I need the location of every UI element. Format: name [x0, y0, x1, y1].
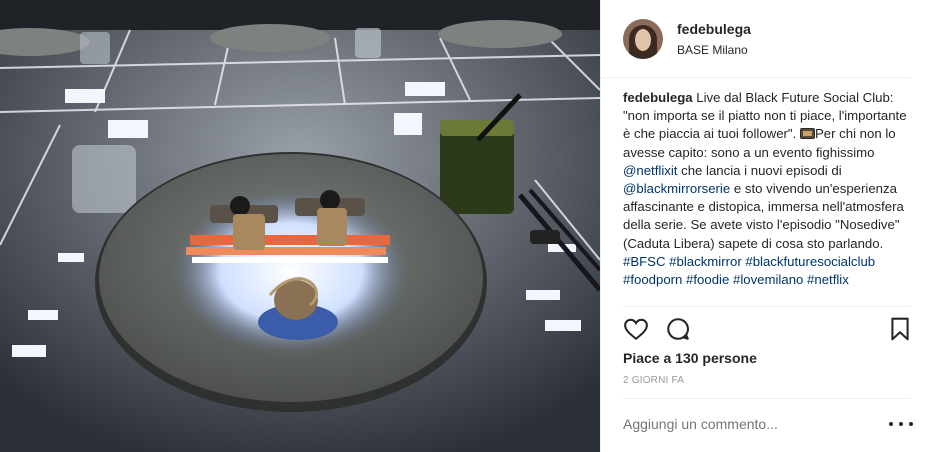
- post-photo[interactable]: [0, 0, 600, 452]
- post-side-panel: fedebulega BASE Milano fedebulega Live d…: [600, 0, 936, 452]
- dot: [899, 422, 903, 426]
- header-text: fedebulega BASE Milano: [677, 20, 751, 58]
- caption-text-3: che lancia i nuovi episodi di: [677, 162, 842, 178]
- mention-blackmirrorserie[interactable]: @blackmirrorserie: [623, 181, 730, 196]
- caption-hashtags[interactable]: #BFSC #blackmirror #blackfuturesocialclu…: [623, 254, 875, 287]
- action-bar: [623, 316, 911, 344]
- post-header: fedebulega BASE Milano: [601, 0, 910, 78]
- more-options-icon[interactable]: [889, 418, 913, 430]
- avatar[interactable]: [623, 18, 663, 59]
- bookmark-icon[interactable]: [887, 316, 913, 342]
- likes-count[interactable]: Piace a 130 persone: [623, 349, 757, 367]
- divider: [623, 306, 910, 307]
- caption: fedebulega Live dal Black Future Social …: [623, 89, 913, 303]
- photo-image: [0, 0, 600, 452]
- heart-icon[interactable]: [623, 316, 649, 342]
- dot: [889, 422, 893, 426]
- comment-bubble-icon[interactable]: [665, 316, 691, 342]
- avatar-face: [635, 28, 651, 51]
- divider: [623, 398, 910, 399]
- mention-netflixit[interactable]: @netflixit: [623, 163, 677, 178]
- dot: [909, 422, 913, 426]
- location[interactable]: BASE Milano: [677, 42, 751, 58]
- post-time[interactable]: 2 GIORNI FA: [623, 375, 684, 386]
- username[interactable]: fedebulega: [677, 20, 751, 38]
- instagram-post: fedebulega BASE Milano fedebulega Live d…: [0, 0, 936, 452]
- television-icon: [799, 128, 815, 140]
- caption-username[interactable]: fedebulega: [623, 90, 693, 105]
- comment-input[interactable]: [623, 416, 871, 432]
